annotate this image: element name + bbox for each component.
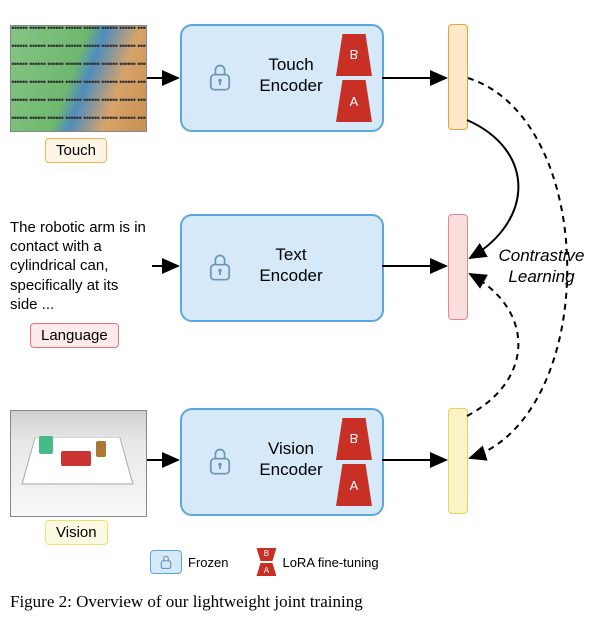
legend-lora: BA LoRA fine-tuning (256, 548, 378, 576)
lora-a-icon: A (336, 80, 372, 122)
legend-frozen: Frozen (150, 550, 228, 574)
language-input-text: The robotic arm is in contact with a cyl… (10, 218, 150, 314)
vision-input-image (10, 410, 147, 517)
touch-encoder-box: TouchEncoder B A (180, 24, 384, 132)
vision-lora: B A (336, 418, 372, 506)
vision-tag: Vision (45, 520, 108, 545)
vision-embedding (448, 408, 468, 514)
caption-text: Overview of our lightweight joint traini… (76, 592, 363, 611)
touch-encoder-label: TouchEncoder (246, 54, 336, 97)
lock-icon (150, 550, 182, 574)
lock-icon (206, 252, 234, 282)
text-encoder-label: TextEncoder (246, 244, 336, 287)
lora-a-icon: A (336, 464, 372, 506)
lora-icon: BA (256, 548, 276, 576)
lora-b-icon: B (336, 418, 372, 460)
legend: Frozen BA LoRA fine-tuning (150, 548, 379, 576)
figure-caption: Figure 2: Overview of our lightweight jo… (10, 592, 363, 612)
lock-icon (206, 446, 234, 476)
lora-b-icon: B (336, 34, 372, 76)
touch-lora: B A (336, 34, 372, 122)
vision-encoder-box: VisionEncoder B A (180, 408, 384, 516)
text-encoder-box: TextEncoder (180, 214, 384, 322)
touch-tag: Touch (45, 138, 107, 163)
legend-frozen-label: Frozen (188, 555, 228, 570)
diagram-canvas: Touch TouchEncoder B A The robotic arm i… (0, 0, 606, 600)
touch-embedding (448, 24, 468, 130)
caption-prefix: Figure 2: (10, 592, 72, 611)
contrastive-learning-label: Contrastive Learning (484, 245, 599, 288)
touch-input-image (10, 25, 147, 132)
text-embedding (448, 214, 468, 320)
lock-icon (206, 62, 234, 92)
vision-encoder-label: VisionEncoder (246, 438, 336, 481)
language-tag: Language (30, 323, 119, 348)
legend-lora-label: LoRA fine-tuning (282, 555, 378, 570)
